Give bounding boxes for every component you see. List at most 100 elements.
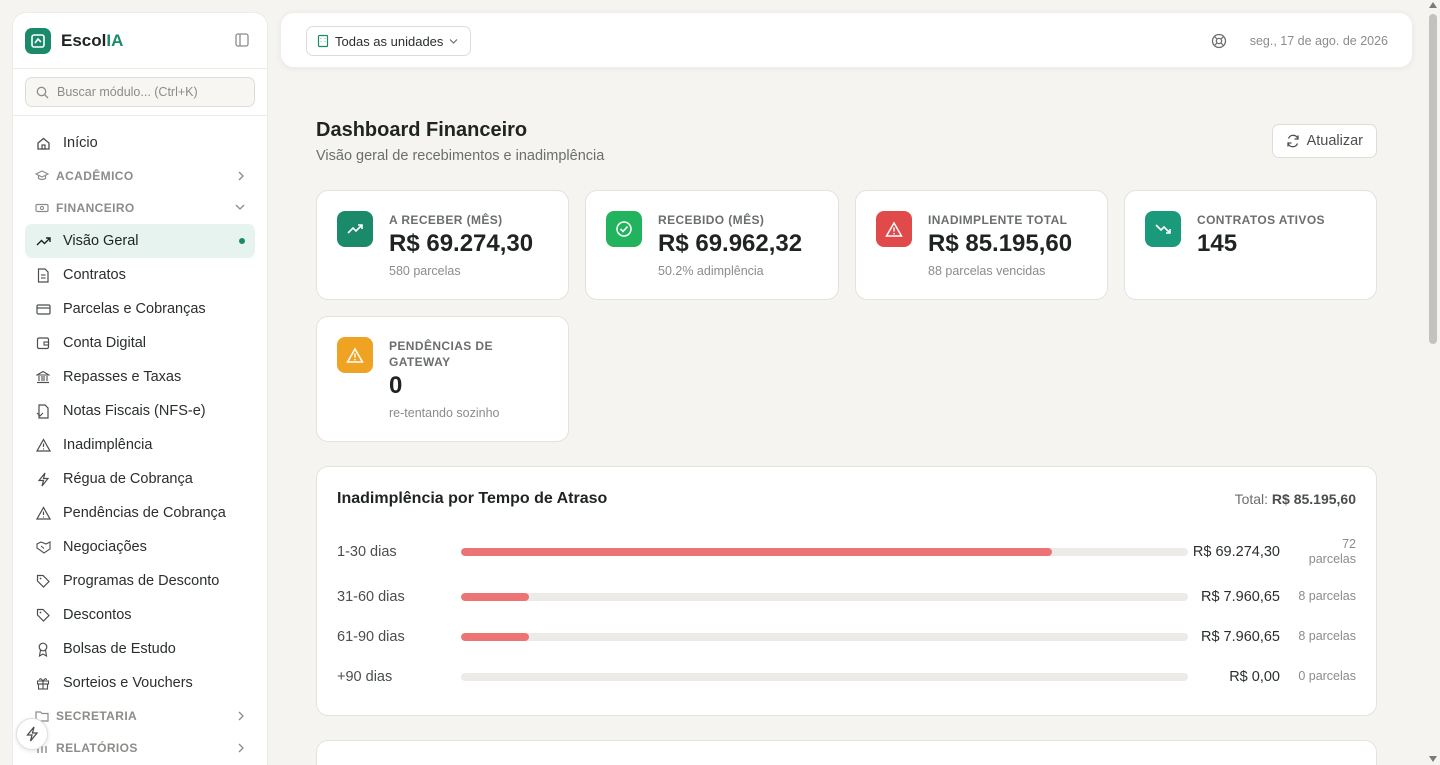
section-academico[interactable]: ACADÊMICO — [25, 160, 255, 192]
trending-up-icon — [35, 233, 51, 249]
quick-action-button[interactable] — [16, 718, 48, 750]
section-label: FINANCEIRO — [56, 201, 135, 215]
sidebar-item-label: Descontos — [63, 607, 132, 623]
sidebar-item-programas-desconto[interactable]: Programas de Desconto — [25, 564, 255, 598]
aging-row-count: 8 parcelas — [1298, 629, 1356, 643]
receipt-icon — [35, 403, 51, 419]
chevron-down-icon — [449, 38, 458, 44]
money-icon — [35, 201, 49, 215]
refresh-label: Atualizar — [1306, 133, 1363, 149]
check-circle-icon — [606, 211, 642, 247]
sidebar: EscolIA Buscar módulo... (Ctrl+K) Início… — [12, 12, 268, 765]
aging-total: Total: R$ 85.195,60 — [1234, 491, 1356, 507]
sidebar-item-contratos[interactable]: Contratos — [25, 258, 255, 292]
section-relatorios[interactable]: RELATÓRIOS — [25, 732, 255, 764]
scroll-down-arrow[interactable] — [1429, 756, 1437, 762]
sidebar-item-label: Inadimplência — [63, 437, 153, 453]
kpi-label: CONTRATOS ATIVOS — [1197, 213, 1325, 227]
sidebar-item-negociacoes[interactable]: Negociações — [25, 530, 255, 564]
unit-selector-dropdown[interactable]: Todas as unidades — [306, 26, 472, 56]
sidebar-item-label: Contratos — [63, 267, 126, 283]
sidebar-item-label: Visão Geral — [63, 233, 139, 249]
sidebar-item-label: Início — [63, 135, 98, 151]
aging-row-amount: R$ 69.274,30 — [1192, 544, 1280, 560]
sidebar-item-sorteios[interactable]: Sorteios e Vouchers — [25, 666, 255, 700]
kpi-subtext: 50.2% adimplência — [658, 264, 764, 278]
aging-bar-fill — [461, 548, 1053, 556]
sidebar-item-bolsas[interactable]: Bolsas de Estudo — [25, 632, 255, 666]
credit-card-icon — [35, 301, 51, 317]
sidebar-item-label: Repasses e Taxas — [63, 369, 182, 385]
search-placeholder: Buscar módulo... (Ctrl+K) — [57, 85, 198, 99]
trending-down-icon — [1145, 211, 1181, 247]
graduation-cap-icon — [34, 169, 50, 183]
sidebar-nav: Início ACADÊMICO FINANCEIRO Visão Geral … — [13, 116, 267, 765]
kpi-value: R$ 69.962,32 — [658, 230, 803, 257]
scroll-up-arrow[interactable] — [1429, 2, 1437, 8]
next-section-card — [316, 740, 1377, 765]
module-search-input[interactable]: Buscar módulo... (Ctrl+K) — [25, 77, 255, 107]
sidebar-item-conta-digital[interactable]: Conta Digital — [25, 326, 255, 360]
gift-icon — [35, 675, 51, 691]
sidebar-item-label: Negociações — [63, 539, 147, 555]
warning-icon — [876, 211, 912, 247]
aging-title: Inadimplência por Tempo de Atraso — [337, 490, 608, 507]
sidebar-item-label: Bolsas de Estudo — [63, 641, 176, 657]
sidebar-item-pendencias[interactable]: Pendências de Cobrança — [25, 496, 255, 530]
lightning-icon — [35, 471, 51, 487]
section-label: RELATÓRIOS — [56, 741, 138, 755]
sidebar-item-repasses[interactable]: Repasses e Taxas — [25, 360, 255, 394]
aging-row-count: 0 parcelas — [1298, 669, 1356, 683]
sidebar-item-parcelas[interactable]: Parcelas e Cobranças — [25, 292, 255, 326]
building-icon — [317, 34, 329, 48]
chevron-right-icon — [238, 171, 244, 181]
aging-row-label: +90 dias — [337, 669, 393, 685]
chevron-right-icon — [238, 743, 244, 753]
aging-bar-fill — [461, 593, 529, 601]
page-subtitle: Visão geral de recebimentos e inadimplên… — [316, 148, 605, 164]
kpi-value: R$ 85.195,60 — [928, 230, 1073, 257]
current-date: seg., 17 de ago. de 2026 — [1249, 34, 1388, 48]
refresh-button[interactable]: Atualizar — [1271, 124, 1377, 158]
chevron-down-icon — [235, 204, 245, 210]
handshake-icon — [35, 539, 51, 555]
aging-row-label: 31-60 dias — [337, 589, 405, 605]
section-label: SECRETARIA — [56, 709, 138, 723]
sidebar-item-label: Notas Fiscais (NFS-e) — [63, 403, 206, 419]
sidebar-item-regua[interactable]: Régua de Cobrança — [25, 462, 255, 496]
kpi-card-inadimplente: INADIMPLENTE TOTAL R$ 85.195,60 88 parce… — [855, 190, 1108, 300]
top-bar: Todas as unidades seg., 17 de ago. de 20… — [280, 12, 1413, 68]
award-icon — [35, 641, 51, 657]
sidebar-item-descontos[interactable]: Descontos — [25, 598, 255, 632]
aging-row: 31-60 dias R$ 7.960,65 8 parcelas — [337, 582, 1356, 612]
sidebar-item-inadimplencia[interactable]: Inadimplência — [25, 428, 255, 462]
aging-card: Inadimplência por Tempo de Atraso Total:… — [316, 466, 1377, 716]
aging-row-label: 61-90 dias — [337, 629, 405, 645]
sidebar-item-notas-fiscais[interactable]: Notas Fiscais (NFS-e) — [25, 394, 255, 428]
section-secretaria[interactable]: SECRETARIA — [25, 700, 255, 732]
kpi-card-a-receber: A RECEBER (MÊS) R$ 69.274,30 580 parcela… — [316, 190, 569, 300]
brand-header: EscolIA — [13, 13, 267, 69]
refresh-icon — [1286, 134, 1299, 148]
aging-row-amount: R$ 0,00 — [1229, 669, 1280, 685]
aging-row: +90 dias R$ 0,00 0 parcelas — [337, 662, 1356, 692]
settings-icon[interactable] — [1211, 33, 1227, 54]
warning-icon — [337, 337, 373, 373]
kpi-subtext: 88 parcelas vencidas — [928, 264, 1046, 278]
aging-row-count: 72 parcelas — [1308, 537, 1356, 566]
sidebar-item-visao-geral[interactable]: Visão Geral — [25, 224, 255, 258]
sidebar-collapse-icon[interactable] — [235, 33, 249, 47]
sidebar-item-inicio[interactable]: Início — [25, 126, 255, 160]
kpi-subtext: 580 parcelas — [389, 264, 461, 278]
page-scrollbar[interactable] — [1429, 14, 1437, 344]
aging-bar-track — [461, 673, 1188, 681]
sidebar-item-label: Programas de Desconto — [63, 573, 220, 589]
home-icon — [35, 135, 51, 151]
kpi-label: INADIMPLENTE TOTAL — [928, 213, 1068, 227]
kpi-label: A RECEBER (MÊS) — [389, 213, 503, 227]
section-financeiro[interactable]: FINANCEIRO — [25, 192, 255, 224]
kpi-card-contratos: CONTRATOS ATIVOS 145 — [1124, 190, 1377, 300]
document-icon — [35, 267, 51, 283]
aging-bar-track — [461, 633, 1188, 641]
aging-row: 1-30 dias R$ 69.274,30 72 parcelas — [337, 537, 1356, 567]
